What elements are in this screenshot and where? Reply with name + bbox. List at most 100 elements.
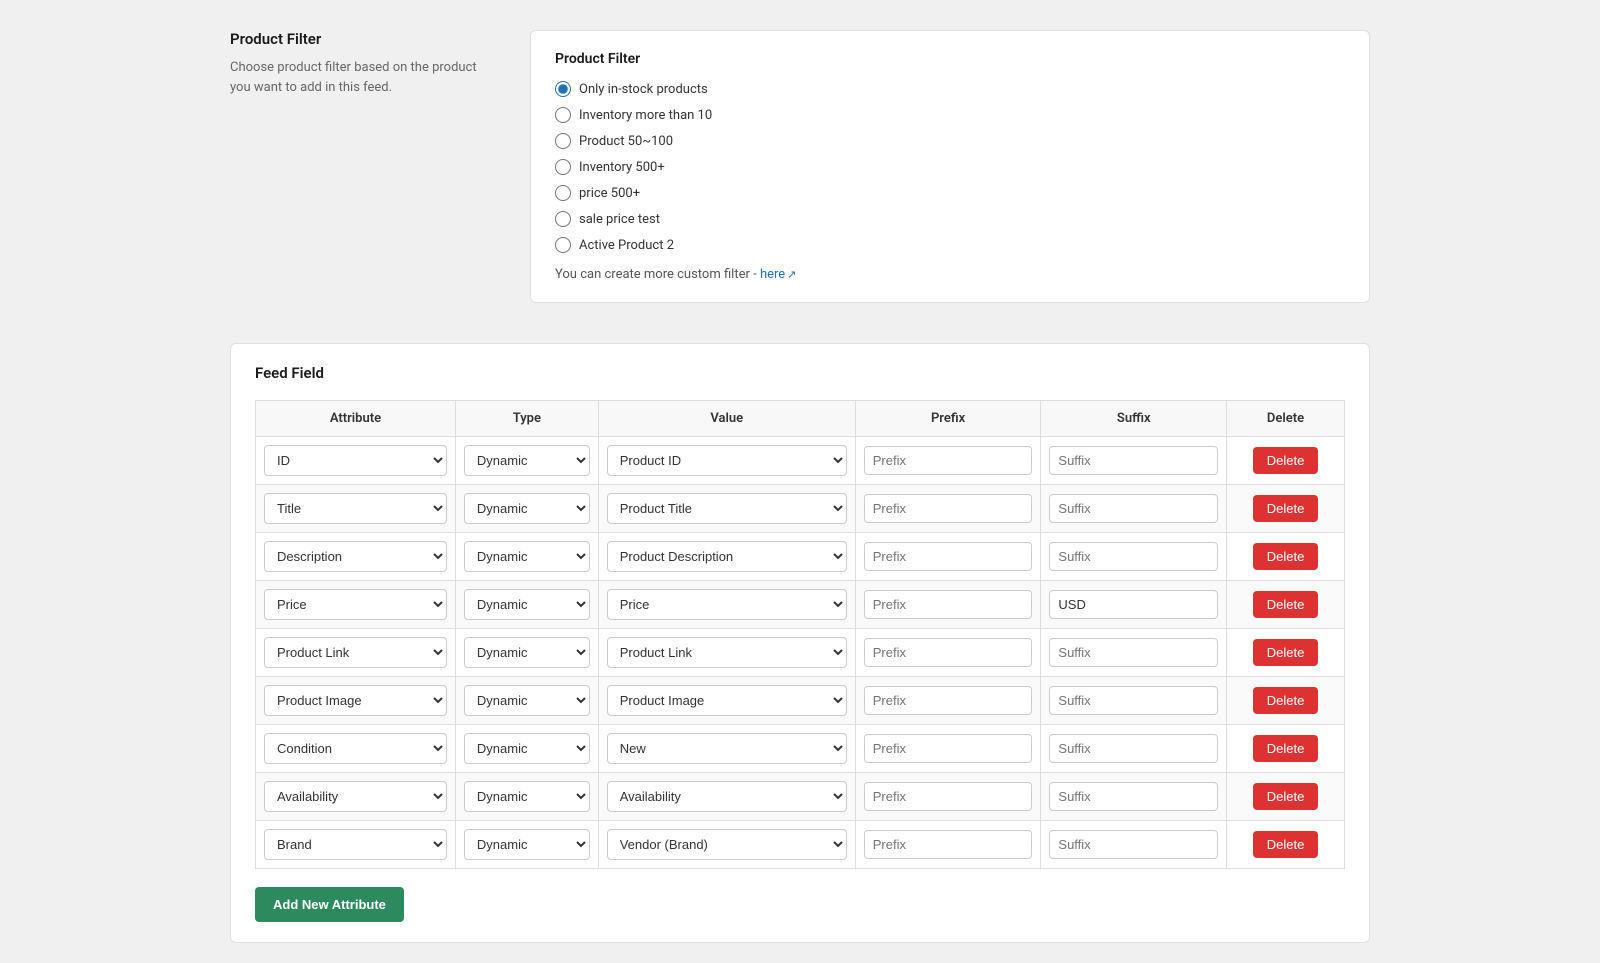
product-filter-section: Product Filter Choose product filter bas… [230,20,1370,313]
type-select-title[interactable]: Dynamic [464,493,590,524]
header-attribute: Attribute [256,401,456,437]
type-select-price[interactable]: Dynamic [464,589,590,620]
delete-button-condition[interactable]: Delete [1253,735,1319,762]
type-select-brand[interactable]: Dynamic [464,829,590,860]
filter-label-price500[interactable]: price 500+ [579,186,640,201]
filter-radio-active2[interactable] [555,237,571,253]
filter-label-inv500[interactable]: Inventory 500+ [579,160,665,175]
filter-radio-inv500[interactable] [555,159,571,175]
suffix-input-id[interactable] [1049,446,1218,475]
suffix-input-condition[interactable] [1049,734,1218,763]
value-select-productimage[interactable]: Product Image [607,685,847,716]
value-select-condition[interactable]: New [607,733,847,764]
filter-label-inv10[interactable]: Inventory more than 10 [579,108,712,123]
filter-section-title: Product Filter [230,30,490,48]
filter-label-saleprice[interactable]: sale price test [579,212,660,227]
suffix-input-title[interactable] [1049,494,1218,523]
filter-radio-saleprice[interactable] [555,211,571,227]
attribute-select-brand[interactable]: Brand [264,829,447,860]
filter-radio-inv10[interactable] [555,107,571,123]
prefix-input-description[interactable] [864,542,1033,571]
prefix-input-id[interactable] [864,446,1033,475]
header-type: Type [455,401,598,437]
add-new-attribute-button[interactable]: Add New Attribute [255,887,404,922]
type-select-productimage[interactable]: Dynamic [464,685,590,716]
filter-label-instock[interactable]: Only in-stock products [579,82,708,97]
custom-filter-link[interactable]: here↗ [760,267,796,282]
delete-button-id[interactable]: Delete [1253,447,1319,474]
filter-label-price50[interactable]: Product 50~100 [579,134,673,149]
value-select-description[interactable]: Product Description [607,541,847,572]
type-select-condition[interactable]: Dynamic [464,733,590,764]
table-row: Availability Dynamic Availability [256,773,1345,821]
feed-field-section: Feed Field Attribute Type Value Prefix S… [230,343,1370,943]
prefix-input-condition[interactable] [864,734,1033,763]
delete-button-brand[interactable]: Delete [1253,831,1319,858]
custom-filter-note: You can create more custom filter - here… [555,267,1345,282]
header-value: Value [598,401,855,437]
suffix-input-brand[interactable] [1049,830,1218,859]
filter-description-text: Choose product filter based on the produ… [230,58,490,97]
filter-option-instock[interactable]: Only in-stock products [555,81,1345,97]
prefix-input-productimage[interactable] [864,686,1033,715]
attribute-select-productimage[interactable]: Product Image [264,685,447,716]
filter-option-inv500[interactable]: Inventory 500+ [555,159,1345,175]
header-delete: Delete [1227,401,1345,437]
type-select-description[interactable]: Dynamic [464,541,590,572]
table-row: Brand Dynamic Vendor (Brand) [256,821,1345,869]
filter-radio-price500[interactable] [555,185,571,201]
attribute-select-availability[interactable]: Availability [264,781,447,812]
page-wrapper: Product Filter Choose product filter bas… [230,20,1370,943]
filter-option-saleprice[interactable]: sale price test [555,211,1345,227]
delete-button-productlink[interactable]: Delete [1253,639,1319,666]
prefix-input-availability[interactable] [864,782,1033,811]
filter-option-inv10[interactable]: Inventory more than 10 [555,107,1345,123]
value-select-productlink[interactable]: Product Link [607,637,847,668]
value-select-price[interactable]: Price [607,589,847,620]
table-row: ID Dynamic Product ID [256,437,1345,485]
filter-option-active2[interactable]: Active Product 2 [555,237,1345,253]
table-row: Product Image Dynamic Product Image [256,677,1345,725]
filter-label-active2[interactable]: Active Product 2 [579,238,674,253]
header-suffix: Suffix [1041,401,1227,437]
suffix-input-productlink[interactable] [1049,638,1218,667]
external-link-icon: ↗ [787,268,796,281]
prefix-input-title[interactable] [864,494,1033,523]
type-select-availability[interactable]: Dynamic [464,781,590,812]
attribute-select-id[interactable]: ID [264,445,447,476]
suffix-input-availability[interactable] [1049,782,1218,811]
feed-table: Attribute Type Value Prefix Suffix Delet… [255,400,1345,869]
table-row: Price Dynamic Price [256,581,1345,629]
filter-radio-instock[interactable] [555,81,571,97]
delete-button-description[interactable]: Delete [1253,543,1319,570]
value-select-brand[interactable]: Vendor (Brand) [607,829,847,860]
delete-button-productimage[interactable]: Delete [1253,687,1319,714]
attribute-select-description[interactable]: Description [264,541,447,572]
type-select-id[interactable]: Dynamic [464,445,590,476]
table-row: Product Link Dynamic Product Link [256,629,1345,677]
filter-option-price50[interactable]: Product 50~100 [555,133,1345,149]
attribute-select-price[interactable]: Price [264,589,447,620]
value-select-title[interactable]: Product Title [607,493,847,524]
suffix-input-productimage[interactable] [1049,686,1218,715]
header-prefix: Prefix [855,401,1041,437]
suffix-input-description[interactable] [1049,542,1218,571]
prefix-input-productlink[interactable] [864,638,1033,667]
table-row: Title Dynamic Product Title [256,485,1345,533]
type-select-productlink[interactable]: Dynamic [464,637,590,668]
filter-radio-price50[interactable] [555,133,571,149]
filter-option-price500[interactable]: price 500+ [555,185,1345,201]
delete-button-price[interactable]: Delete [1253,591,1319,618]
attribute-select-productlink[interactable]: Product Link [264,637,447,668]
suffix-input-price[interactable] [1049,590,1218,619]
attribute-select-title[interactable]: Title [264,493,447,524]
delete-button-availability[interactable]: Delete [1253,783,1319,810]
table-row: Condition Dynamic New [256,725,1345,773]
value-select-availability[interactable]: Availability [607,781,847,812]
delete-button-title[interactable]: Delete [1253,495,1319,522]
attribute-select-condition[interactable]: Condition [264,733,447,764]
filter-card-title: Product Filter [555,51,1345,67]
value-select-id[interactable]: Product ID [607,445,847,476]
prefix-input-price[interactable] [864,590,1033,619]
prefix-input-brand[interactable] [864,830,1033,859]
